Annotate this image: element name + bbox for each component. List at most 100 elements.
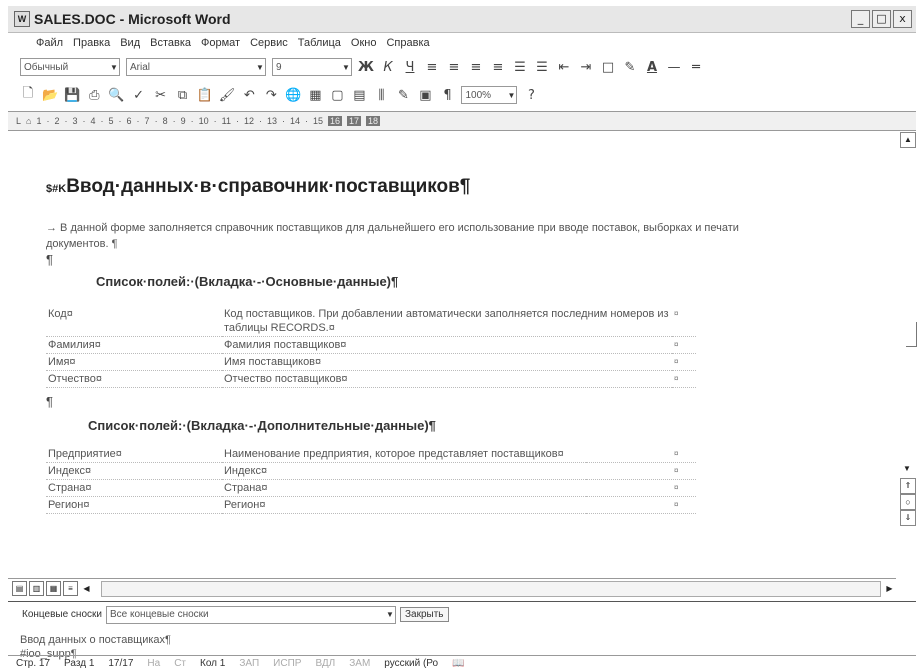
status-ovr[interactable]: ЗАМ: [349, 658, 370, 669]
paste-icon[interactable]: 📋: [197, 86, 213, 104]
select-browse-object-icon[interactable]: ○: [900, 494, 916, 510]
tab-selector-icon[interactable]: L: [16, 116, 21, 126]
ruler-mark: 4: [90, 116, 96, 126]
print-preview-icon[interactable]: 🔍: [108, 86, 124, 104]
status-trk[interactable]: ИСПР: [273, 658, 301, 669]
chevron-down-icon: ▼: [342, 62, 350, 72]
numbered-list-icon[interactable]: ☰: [512, 58, 528, 76]
format-painter-icon[interactable]: 🖌: [219, 86, 236, 104]
highlight-icon[interactable]: ✎: [622, 58, 638, 76]
endnotes-select[interactable]: Все концевые сноски ▼: [105, 605, 396, 624]
style-select[interactable]: Обычный ▼: [20, 58, 120, 76]
scroll-right-icon[interactable]: ▶: [883, 582, 896, 595]
scroll-up-icon[interactable]: ▲: [900, 132, 916, 148]
italic-button[interactable]: К: [380, 58, 396, 76]
next-page-icon[interactable]: ⇓: [900, 510, 916, 526]
close-button[interactable]: x: [893, 10, 912, 28]
horizontal-ruler[interactable]: L ⌂ 1 · 2 · 3 · 4 · 5 · 6 · 7 · 8 · 9 · 10 · 11 · 1…: [8, 111, 916, 131]
book-icon[interactable]: 📖: [452, 658, 464, 669]
document-area[interactable]: $#KВвод·данных·в·справочник·поставщиков¶…: [8, 132, 896, 578]
ruler-tick-icon: ·: [100, 116, 104, 126]
undo-icon[interactable]: ↶: [241, 86, 257, 104]
align-right-icon[interactable]: ≡: [468, 58, 484, 76]
columns-icon[interactable]: ⫼: [373, 86, 389, 104]
minimize-button[interactable]: _: [851, 10, 870, 28]
ruler-mark: 9: [180, 116, 186, 126]
ruler-tick-icon: ·: [305, 116, 308, 126]
drawing-icon[interactable]: ✎: [395, 86, 411, 104]
line-icon[interactable]: —: [666, 58, 682, 76]
status-ext[interactable]: ВДЛ: [315, 658, 335, 669]
close-notes-button[interactable]: Закрыть: [399, 607, 449, 622]
show-formatting-icon[interactable]: ¶: [439, 86, 455, 104]
menu-window[interactable]: Окно: [351, 37, 377, 49]
vertical-scrollbar[interactable]: ▲ ▼ ⇑ ○ ⇓: [898, 132, 917, 602]
help-icon[interactable]: ?: [523, 86, 539, 104]
endnotes-label: Концевые сноски: [22, 609, 102, 620]
ruler-tick-icon: ·: [213, 116, 217, 126]
align-left-icon[interactable]: ≡: [424, 58, 440, 76]
scroll-down-icon[interactable]: ▼: [900, 462, 914, 476]
menu-format[interactable]: Формат: [201, 37, 240, 49]
redo-icon[interactable]: ↷: [263, 86, 279, 104]
field-desc-cell: Наименование предприятия, которое предст…: [222, 446, 586, 463]
status-rec[interactable]: ЗАП: [239, 658, 259, 669]
normal-view-icon[interactable]: ▤: [12, 581, 27, 596]
status-language[interactable]: русский (Ро: [384, 658, 438, 669]
bold-button[interactable]: Ж: [358, 58, 374, 76]
save-icon[interactable]: 💾: [64, 86, 80, 104]
menu-insert[interactable]: Вставка: [150, 37, 191, 49]
indent-marker-icon[interactable]: ⌂: [26, 116, 31, 126]
menu-tools[interactable]: Сервис: [250, 37, 288, 49]
page-view-icon[interactable]: ▦: [46, 581, 61, 596]
menu-view[interactable]: Вид: [120, 37, 140, 49]
ruler-mark-margin: 18: [366, 116, 381, 126]
spelling-icon[interactable]: ✓: [131, 86, 147, 104]
font-color-icon[interactable]: A: [644, 58, 660, 76]
field-desc-cell: Индекс¤: [222, 462, 586, 480]
excel-table-icon[interactable]: ▤: [351, 86, 367, 104]
table-row: Страна¤ Страна¤ ¤: [46, 479, 696, 497]
document-map-icon[interactable]: ▣: [417, 86, 433, 104]
menu-table[interactable]: Таблица: [298, 37, 341, 49]
field-desc-cell: Имя поставщиков¤: [222, 353, 672, 371]
justify-icon[interactable]: ≡: [490, 58, 506, 76]
underline-button[interactable]: Ч: [402, 58, 418, 76]
scroll-thumb[interactable]: [906, 322, 917, 347]
open-folder-icon[interactable]: 📂: [42, 86, 58, 104]
print-icon[interactable]: ⎙: [86, 86, 102, 104]
cut-icon[interactable]: ✂: [153, 86, 169, 104]
previous-page-icon[interactable]: ⇑: [900, 478, 916, 494]
zoom-select[interactable]: 100% ▼: [461, 86, 518, 104]
horizontal-scrollbar[interactable]: [101, 580, 881, 597]
ruler-mark: 6: [126, 116, 132, 126]
maximize-button[interactable]: □: [872, 10, 891, 28]
endnote-line: Ввод данных о поставщиках¶: [20, 634, 171, 646]
new-document-icon[interactable]: 🗋: [20, 86, 36, 104]
font-size-select[interactable]: 9 ▼: [272, 58, 352, 76]
decrease-indent-icon[interactable]: ⇤: [556, 58, 572, 76]
status-bar: Стр. 17 Разд 1 17/17 На Ст Кол 1 ЗАП ИСП…: [8, 655, 916, 671]
insert-table-icon[interactable]: ▢: [329, 86, 345, 104]
scroll-left-icon[interactable]: ◀: [80, 582, 93, 595]
hyperlink-icon[interactable]: 🌐: [285, 86, 301, 104]
menu-edit[interactable]: Правка: [73, 37, 110, 49]
menu-help[interactable]: Справка: [386, 37, 429, 49]
line-style-icon[interactable]: ═: [688, 58, 704, 76]
table-icon[interactable]: ▦: [307, 86, 323, 104]
align-center-icon[interactable]: ≡: [446, 58, 462, 76]
document-heading: $#KВвод·данных·в·справочник·поставщиков¶: [46, 176, 470, 198]
font-select[interactable]: Arial ▼: [126, 58, 266, 76]
bulleted-list-icon[interactable]: ☰: [534, 58, 550, 76]
menu-file[interactable]: Файл: [36, 37, 63, 49]
increase-indent-icon[interactable]: ⇥: [578, 58, 594, 76]
border-icon[interactable]: □: [600, 58, 616, 76]
outline-view-icon[interactable]: ≡: [63, 581, 78, 596]
copy-icon[interactable]: ⧉: [175, 86, 191, 104]
ruler-mark: 15: [313, 116, 324, 126]
web-view-icon[interactable]: ▥: [29, 581, 44, 596]
endnotes-pane[interactable]: Ввод данных о поставщиках¶ #ioo_supp¶: [8, 628, 896, 660]
fields-table-extra: Предприятие¤ Наименование предприятия, к…: [46, 446, 696, 514]
field-name-cell: Регион¤: [46, 496, 222, 514]
word-app-icon[interactable]: W: [14, 11, 30, 27]
